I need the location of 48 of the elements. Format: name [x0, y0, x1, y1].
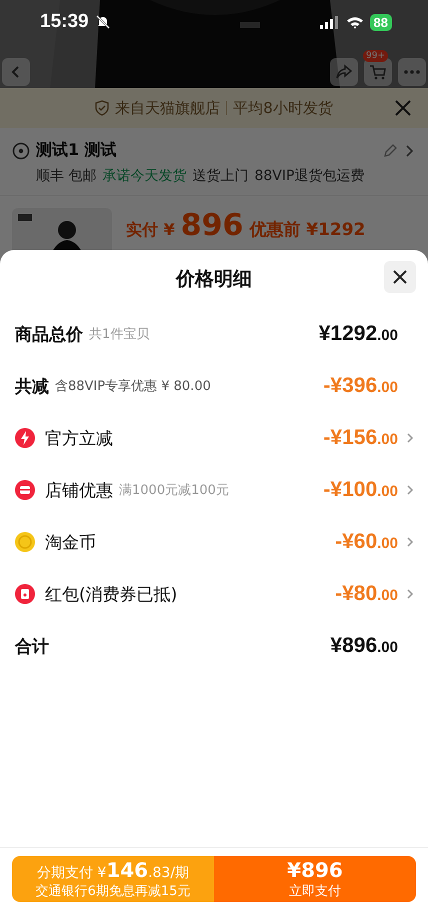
row-note: 共1件宝贝 [89, 326, 150, 343]
banner-source: 来自天猫旗舰店 [115, 98, 220, 118]
delivery-tag: 送货上门 [192, 167, 248, 185]
sheet-title: 价格明细 [176, 267, 252, 292]
amount: -¥60.00 [335, 530, 398, 554]
row-label: 合计 [15, 636, 49, 658]
amount: ¥1292.00 [318, 322, 398, 346]
original-price: 优惠前 ¥1292 [249, 219, 366, 241]
amount: ¥896.00 [330, 634, 398, 658]
signal-icon [320, 16, 340, 28]
row-note: 含88VIP专享优惠 ¥ 80.00 [55, 378, 211, 395]
amount: -¥156.00 [323, 426, 398, 450]
banner-shipping: 平均8小时发货 [233, 98, 333, 118]
pay-now-button[interactable]: ¥896 立即支付 [214, 856, 416, 902]
amount: -¥80.00 [335, 582, 398, 606]
share-icon [335, 63, 353, 81]
lightning-icon [15, 428, 35, 448]
row-label: 红包(消费券已抵) [45, 584, 178, 606]
muted-bell-icon [94, 14, 111, 30]
delivery-tag: 88VIP退货包运费 [254, 167, 364, 185]
row-label: 淘金币 [45, 532, 96, 554]
chevron-icon[interactable] [404, 142, 416, 158]
address-name: 测试1 测试 [36, 140, 117, 161]
cart-badge: 99+ [363, 50, 388, 62]
row-label: 官方立减 [45, 428, 113, 450]
installment-button[interactable]: 分期支付 ¥146.83/期 交通银行6期免息再减15元 [12, 856, 214, 902]
delivery-tag: 顺丰 包邮 [36, 167, 96, 185]
amount: -¥396.00 [323, 374, 398, 398]
status-time: 15:39 [40, 11, 89, 33]
more-icon [403, 69, 421, 75]
amount: -¥100.00 [323, 478, 398, 502]
delivery-tag: 承诺今天发货 [102, 167, 186, 185]
paid-price: 896 [180, 208, 244, 243]
row-note: 满1000元减100元 [119, 482, 229, 499]
cart-icon [369, 63, 387, 81]
wifi-icon [346, 16, 364, 28]
close-button[interactable] [384, 261, 416, 293]
row-label: 店铺优惠 [45, 480, 113, 502]
location-icon [12, 142, 30, 160]
edit-icon[interactable] [382, 142, 398, 158]
store-icon [15, 480, 35, 500]
envelope-icon [15, 584, 35, 604]
row-label: 商品总价 [15, 324, 83, 346]
row-label: 共减 [15, 376, 49, 398]
paid-label: 实付 ¥ [126, 220, 175, 241]
coin-icon [15, 532, 35, 552]
shield-icon [95, 100, 110, 116]
close-icon [392, 269, 408, 285]
